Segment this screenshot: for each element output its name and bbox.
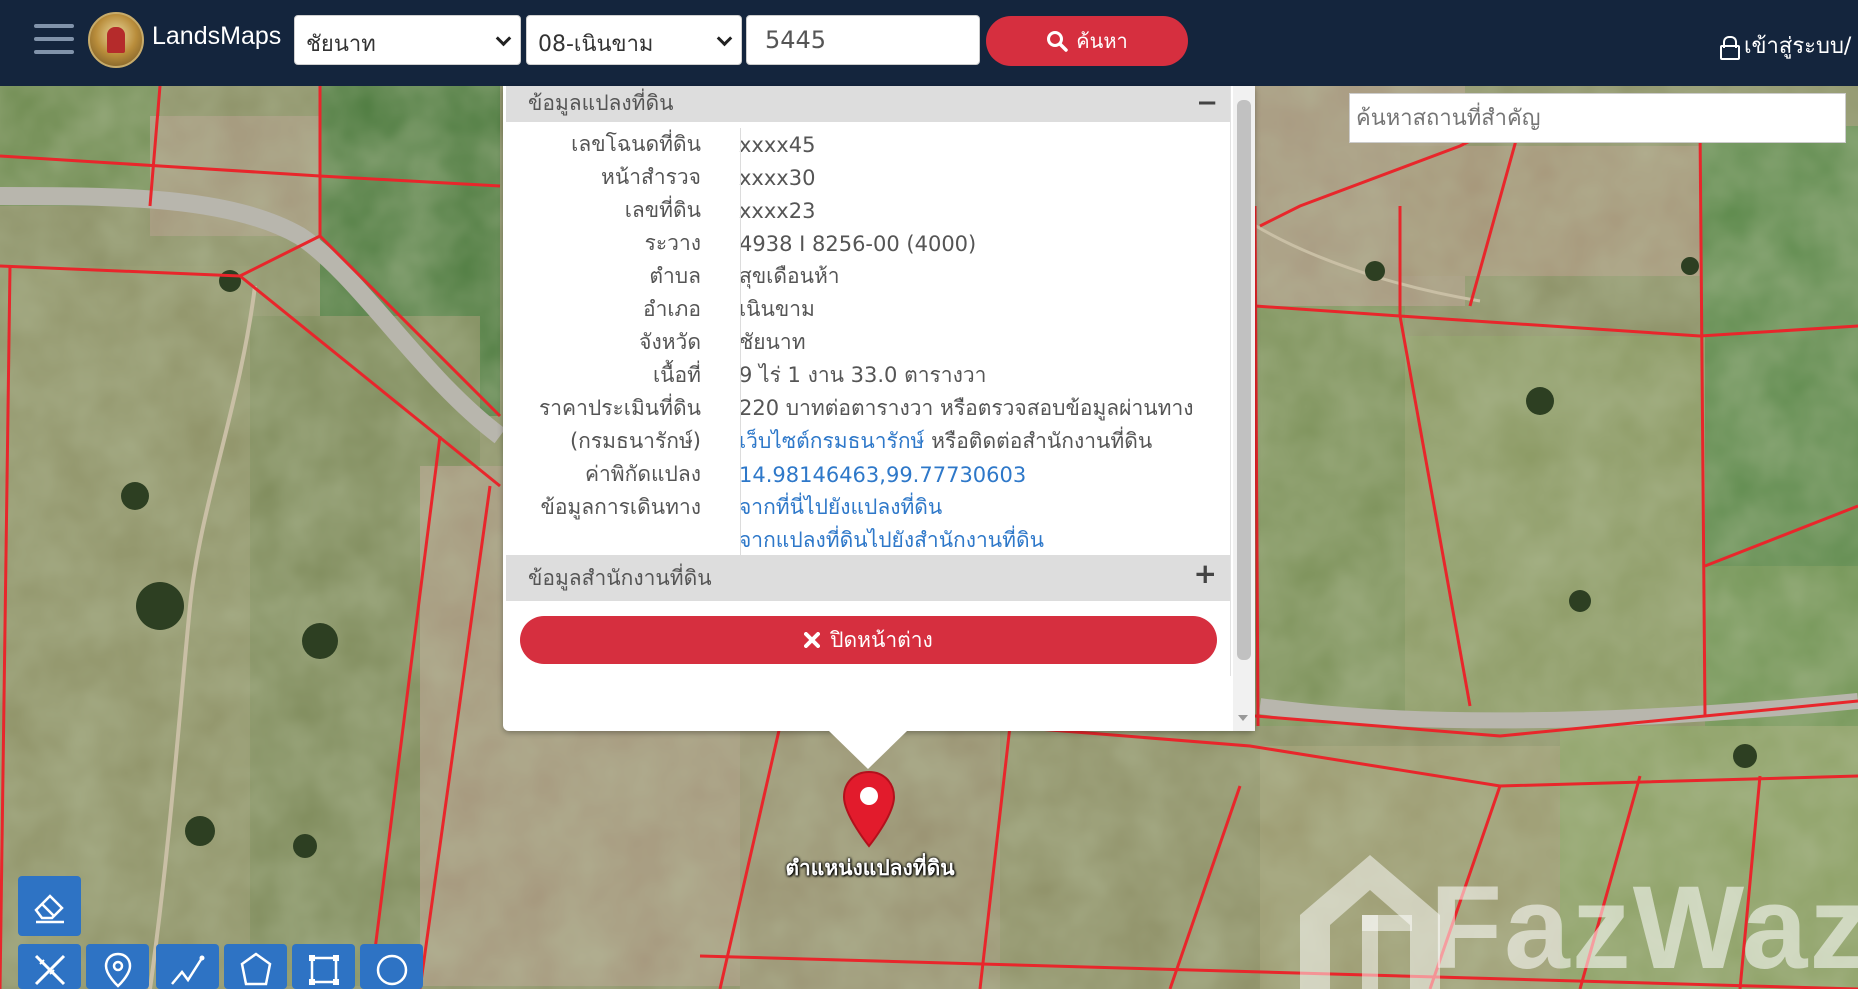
- price-label-source: (กรมธนารักษ์): [569, 429, 701, 453]
- place-search-input[interactable]: [1349, 93, 1846, 143]
- row-value: เนินขาม: [739, 297, 815, 321]
- info-row: จังหวัด ชัยนาท: [506, 326, 1230, 359]
- search-button-label: ค้นหา: [1076, 29, 1128, 53]
- eraser-icon: [33, 894, 64, 924]
- row-label: เลขโฉนดที่ดิน: [571, 132, 701, 156]
- landsmaps-logo: [88, 12, 144, 68]
- rectangle-icon: [308, 955, 339, 985]
- column-divider: [740, 128, 741, 558]
- district-select[interactable]: 08-เนินขาม: [526, 15, 742, 65]
- deed-number-input[interactable]: [746, 15, 980, 65]
- province-select[interactable]: ชัยนาท: [294, 15, 521, 65]
- circle-tool[interactable]: [360, 944, 423, 989]
- map-pin-icon[interactable]: [842, 770, 896, 848]
- watermark-text: FazWaz: [1430, 862, 1858, 989]
- district-select-value: 08-เนินขาม: [538, 32, 654, 57]
- row-value: ชัยนาท: [739, 330, 806, 354]
- rectangle-tool[interactable]: [292, 944, 355, 989]
- parcel-info-title: ข้อมูลแปลงที่ดิน: [528, 91, 674, 115]
- lock-icon: [1720, 35, 1740, 60]
- point-marker-tool[interactable]: [86, 944, 149, 989]
- row-value: xxxx30: [739, 165, 816, 190]
- treasury-website-link[interactable]: เว็บไซต์กรมธนารักษ์: [739, 429, 924, 453]
- polygon-tool[interactable]: [224, 944, 287, 989]
- coordinates-link[interactable]: 14.98146463,99.77730603: [739, 463, 1026, 487]
- chevron-down-icon: [716, 30, 733, 47]
- price-text: 220 บาทต่อตารางวา หรือตรวจสอบข้อมูลผ่านท…: [739, 396, 1194, 420]
- parcel-info-popup: ข้อมูลแปลงที่ดิน − เลขโฉนดที่ดิน xxxx45 ห…: [503, 86, 1255, 731]
- close-window-label: ปิดหน้าต่าง: [830, 627, 933, 652]
- info-row: เลขที่ดิน xxxx23: [506, 194, 1230, 227]
- land-office-title: ข้อมูลสำนักงานที่ดิน: [528, 566, 712, 590]
- brand-name: LandsMaps: [152, 22, 282, 50]
- price-label: ราคาประเมินที่ดิน: [538, 396, 701, 420]
- province-select-value: ชัยนาท: [306, 32, 376, 57]
- ruler-icon: [34, 954, 65, 986]
- info-row: เนื้อที่ 9 ไร่ 1 งาน 33.0 ตารางวา: [506, 359, 1230, 392]
- chevron-down-icon: [495, 30, 512, 47]
- circle-icon: [376, 954, 407, 986]
- popup-scrollbar[interactable]: [1233, 86, 1255, 731]
- directions-to-parcel-link[interactable]: จากที่นี่ไปยังแปลงที่ดิน: [739, 495, 942, 519]
- point-marker-icon: [104, 952, 131, 988]
- popup-pointer: [829, 731, 907, 769]
- close-icon: [804, 632, 821, 648]
- row-value: 4938 I 8256-00 (4000): [739, 231, 977, 256]
- row-value: xxxx45: [739, 132, 816, 157]
- price-text-2: เว็บไซต์กรมธนารักษ์ หรือติดต่อสำนักงานที…: [723, 425, 1152, 458]
- eraser-tool[interactable]: [18, 876, 81, 936]
- login-label: เข้าสู่ระบบ/: [1744, 34, 1852, 59]
- row-label: อำเภอ: [642, 297, 701, 321]
- search-button[interactable]: ค้นหา: [986, 16, 1188, 66]
- top-navigation-bar: LandsMaps ชัยนาท 08-เนินขาม ค้นหา เข้าสู…: [0, 0, 1858, 86]
- info-row: ตำบล สุขเดือนห้า: [506, 260, 1230, 293]
- price-row-2: (กรมธนารักษ์) เว็บไซต์กรมธนารักษ์ หรือติ…: [506, 425, 1230, 458]
- price-row: ราคาประเมินที่ดิน 220 บาทต่อตารางวา หรือ…: [506, 392, 1230, 425]
- line-measure-tool[interactable]: [156, 944, 219, 989]
- price-contact-text: หรือติดต่อสำนักงานที่ดิน: [924, 429, 1153, 453]
- collapse-icon[interactable]: −: [1196, 86, 1218, 120]
- parcel-info-section-header[interactable]: ข้อมูลแปลงที่ดิน −: [506, 86, 1230, 122]
- info-row: ระวาง 4938 I 8256-00 (4000): [506, 227, 1230, 260]
- row-label: ตำบล: [649, 264, 701, 288]
- parcel-location-label: ตำแหน่งแปลงที่ดิน: [785, 856, 955, 880]
- directions-to-office-link[interactable]: จากแปลงที่ดินไปยังสำนักงานที่ดิน: [739, 528, 1044, 552]
- coord-label: ค่าพิกัดแปลง: [584, 462, 701, 486]
- scrollbar-thumb[interactable]: [1237, 100, 1251, 660]
- line-measure-icon: [170, 955, 204, 985]
- info-row: อำเภอ เนินขาม: [506, 293, 1230, 326]
- info-row: หน้าสำรวจ xxxx30: [506, 161, 1230, 194]
- popup-content: ข้อมูลแปลงที่ดิน − เลขโฉนดที่ดิน xxxx45 ห…: [506, 86, 1231, 676]
- search-icon: [1047, 31, 1069, 52]
- parcel-info-table: เลขโฉนดที่ดิน xxxx45 หน้าสำรวจ xxxx30 เลขท…: [506, 122, 1230, 558]
- travel-row: ข้อมูลการเดินทาง จากที่นี่ไปยังแปลงที่ดิ…: [506, 491, 1230, 524]
- row-label: เนื้อที่: [653, 363, 701, 387]
- coord-row: ค่าพิกัดแปลง 14.98146463,99.77730603: [506, 458, 1230, 491]
- land-office-section-header[interactable]: ข้อมูลสำนักงานที่ดิน +: [506, 555, 1230, 601]
- info-row: เลขโฉนดที่ดิน xxxx45: [506, 128, 1230, 161]
- scroll-down-arrow-icon[interactable]: [1238, 715, 1248, 721]
- row-value: xxxx23: [739, 198, 816, 223]
- row-label: เลขที่ดิน: [624, 198, 701, 222]
- row-label: ระวาง: [644, 231, 701, 255]
- travel-row-2: จากแปลงที่ดินไปยังสำนักงานที่ดิน: [506, 524, 1230, 557]
- hamburger-menu-icon[interactable]: [34, 24, 74, 58]
- expand-icon[interactable]: +: [1194, 551, 1217, 597]
- ruler-tool[interactable]: [18, 944, 81, 989]
- travel-label: ข้อมูลการเดินทาง: [540, 495, 701, 519]
- close-window-button[interactable]: ปิดหน้าต่าง: [520, 616, 1217, 664]
- row-label: จังหวัด: [639, 330, 701, 354]
- row-label: หน้าสำรวจ: [601, 165, 701, 189]
- login-link[interactable]: เข้าสู่ระบบ/: [1720, 28, 1851, 63]
- row-value: 9 ไร่ 1 งาน 33.0 ตารางวา: [739, 363, 987, 387]
- polygon-icon: [240, 952, 271, 986]
